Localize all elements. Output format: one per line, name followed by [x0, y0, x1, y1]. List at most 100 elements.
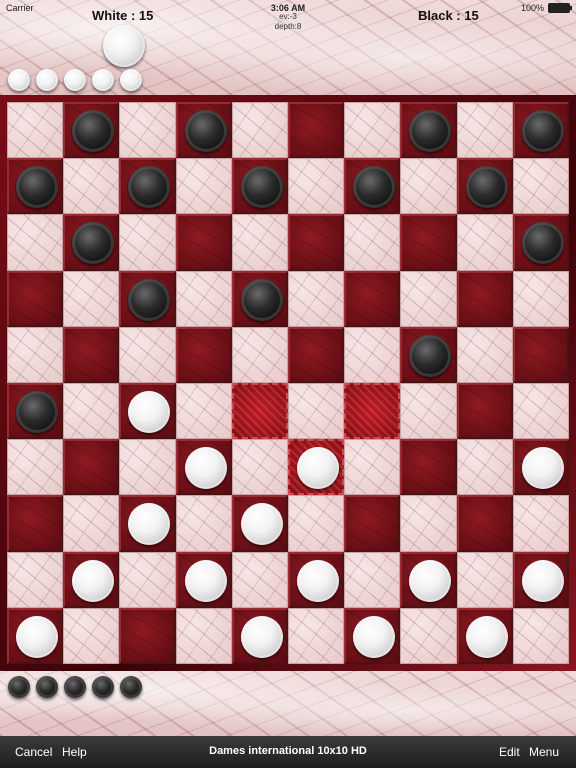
- board-square[interactable]: [175, 383, 232, 440]
- board-square[interactable]: [119, 607, 176, 664]
- board-square[interactable]: [400, 551, 457, 608]
- board-square[interactable]: [456, 158, 513, 215]
- board-square[interactable]: [175, 214, 232, 271]
- board-square[interactable]: [344, 495, 401, 552]
- board-square[interactable]: [456, 439, 513, 496]
- board-square[interactable]: [231, 551, 288, 608]
- black-piece[interactable]: [184, 110, 227, 152]
- board-square[interactable]: [288, 326, 345, 383]
- black-piece[interactable]: [128, 166, 171, 209]
- board-square[interactable]: [119, 270, 176, 327]
- white-piece[interactable]: [128, 503, 171, 546]
- black-piece[interactable]: [353, 166, 396, 209]
- white-piece[interactable]: [184, 559, 227, 602]
- board-square[interactable]: [63, 607, 120, 664]
- black-piece[interactable]: [72, 110, 115, 152]
- board-square[interactable]: [288, 102, 345, 159]
- board-square[interactable]: [175, 270, 232, 327]
- board-square[interactable]: [119, 383, 176, 440]
- board-square[interactable]: [175, 607, 232, 664]
- board-square[interactable]: [231, 270, 288, 327]
- board-square[interactable]: [7, 214, 64, 271]
- board-square[interactable]: [512, 383, 569, 440]
- board-square[interactable]: [63, 495, 120, 552]
- board-square[interactable]: [7, 607, 64, 664]
- board-square[interactable]: [344, 214, 401, 271]
- board-square[interactable]: [456, 102, 513, 159]
- white-piece[interactable]: [521, 559, 564, 602]
- board-square[interactable]: [231, 214, 288, 271]
- board-square[interactable]: [344, 439, 401, 496]
- board-square[interactable]: [119, 326, 176, 383]
- board-square[interactable]: [119, 551, 176, 608]
- black-piece[interactable]: [240, 278, 283, 321]
- board-square[interactable]: [288, 383, 345, 440]
- board-square[interactable]: [7, 383, 64, 440]
- board-square[interactable]: [175, 326, 232, 383]
- black-piece[interactable]: [409, 334, 452, 377]
- board-square[interactable]: [344, 102, 401, 159]
- white-piece[interactable]: [353, 615, 396, 658]
- board-square[interactable]: [400, 439, 457, 496]
- board-square[interactable]: [400, 214, 457, 271]
- board-square[interactable]: [7, 158, 64, 215]
- board-square[interactable]: [63, 270, 120, 327]
- board-square[interactable]: [512, 551, 569, 608]
- black-piece[interactable]: [128, 278, 171, 321]
- board-square[interactable]: [175, 102, 232, 159]
- black-piece[interactable]: [521, 222, 564, 265]
- white-piece[interactable]: [465, 615, 508, 658]
- board-square[interactable]: [344, 326, 401, 383]
- board-square[interactable]: [119, 495, 176, 552]
- board-square[interactable]: [119, 102, 176, 159]
- board-square[interactable]: [456, 607, 513, 664]
- board-square[interactable]: [456, 214, 513, 271]
- board-square[interactable]: [231, 439, 288, 496]
- board-square[interactable]: [400, 383, 457, 440]
- board-square[interactable]: [175, 495, 232, 552]
- board-square[interactable]: [63, 439, 120, 496]
- board-square[interactable]: [344, 607, 401, 664]
- white-piece[interactable]: [16, 615, 58, 658]
- black-piece[interactable]: [521, 110, 564, 152]
- white-piece[interactable]: [409, 559, 452, 602]
- board-square[interactable]: [344, 551, 401, 608]
- board-square[interactable]: [231, 383, 288, 440]
- board-square[interactable]: [288, 158, 345, 215]
- board-square[interactable]: [7, 270, 64, 327]
- board-square[interactable]: [512, 439, 569, 496]
- board-square[interactable]: [456, 383, 513, 440]
- board-square[interactable]: [175, 158, 232, 215]
- board-square[interactable]: [512, 214, 569, 271]
- board-square[interactable]: [231, 158, 288, 215]
- board-square[interactable]: [63, 551, 120, 608]
- board-square[interactable]: [63, 102, 120, 159]
- black-piece[interactable]: [16, 391, 58, 433]
- white-piece[interactable]: [72, 559, 115, 602]
- board-square[interactable]: [175, 551, 232, 608]
- board-square[interactable]: [63, 214, 120, 271]
- black-piece[interactable]: [240, 166, 283, 209]
- white-piece[interactable]: [240, 503, 283, 546]
- board-square[interactable]: [512, 607, 569, 664]
- edit-button[interactable]: Edit: [499, 745, 520, 759]
- board-square[interactable]: [512, 158, 569, 215]
- board-square[interactable]: [119, 158, 176, 215]
- board-square[interactable]: [456, 326, 513, 383]
- black-piece[interactable]: [72, 222, 115, 265]
- board-square[interactable]: [119, 214, 176, 271]
- board-square[interactable]: [231, 607, 288, 664]
- board-square[interactable]: [400, 495, 457, 552]
- checkers-board[interactable]: [7, 102, 569, 664]
- board-square[interactable]: [344, 158, 401, 215]
- board-square[interactable]: [7, 102, 64, 159]
- board-square[interactable]: [344, 383, 401, 440]
- board-square[interactable]: [288, 495, 345, 552]
- board-square[interactable]: [400, 326, 457, 383]
- menu-button[interactable]: Menu: [529, 745, 559, 759]
- white-piece[interactable]: [521, 447, 564, 490]
- black-piece[interactable]: [465, 166, 508, 209]
- white-piece[interactable]: [128, 391, 171, 433]
- board-square[interactable]: [400, 270, 457, 327]
- board-square[interactable]: [63, 158, 120, 215]
